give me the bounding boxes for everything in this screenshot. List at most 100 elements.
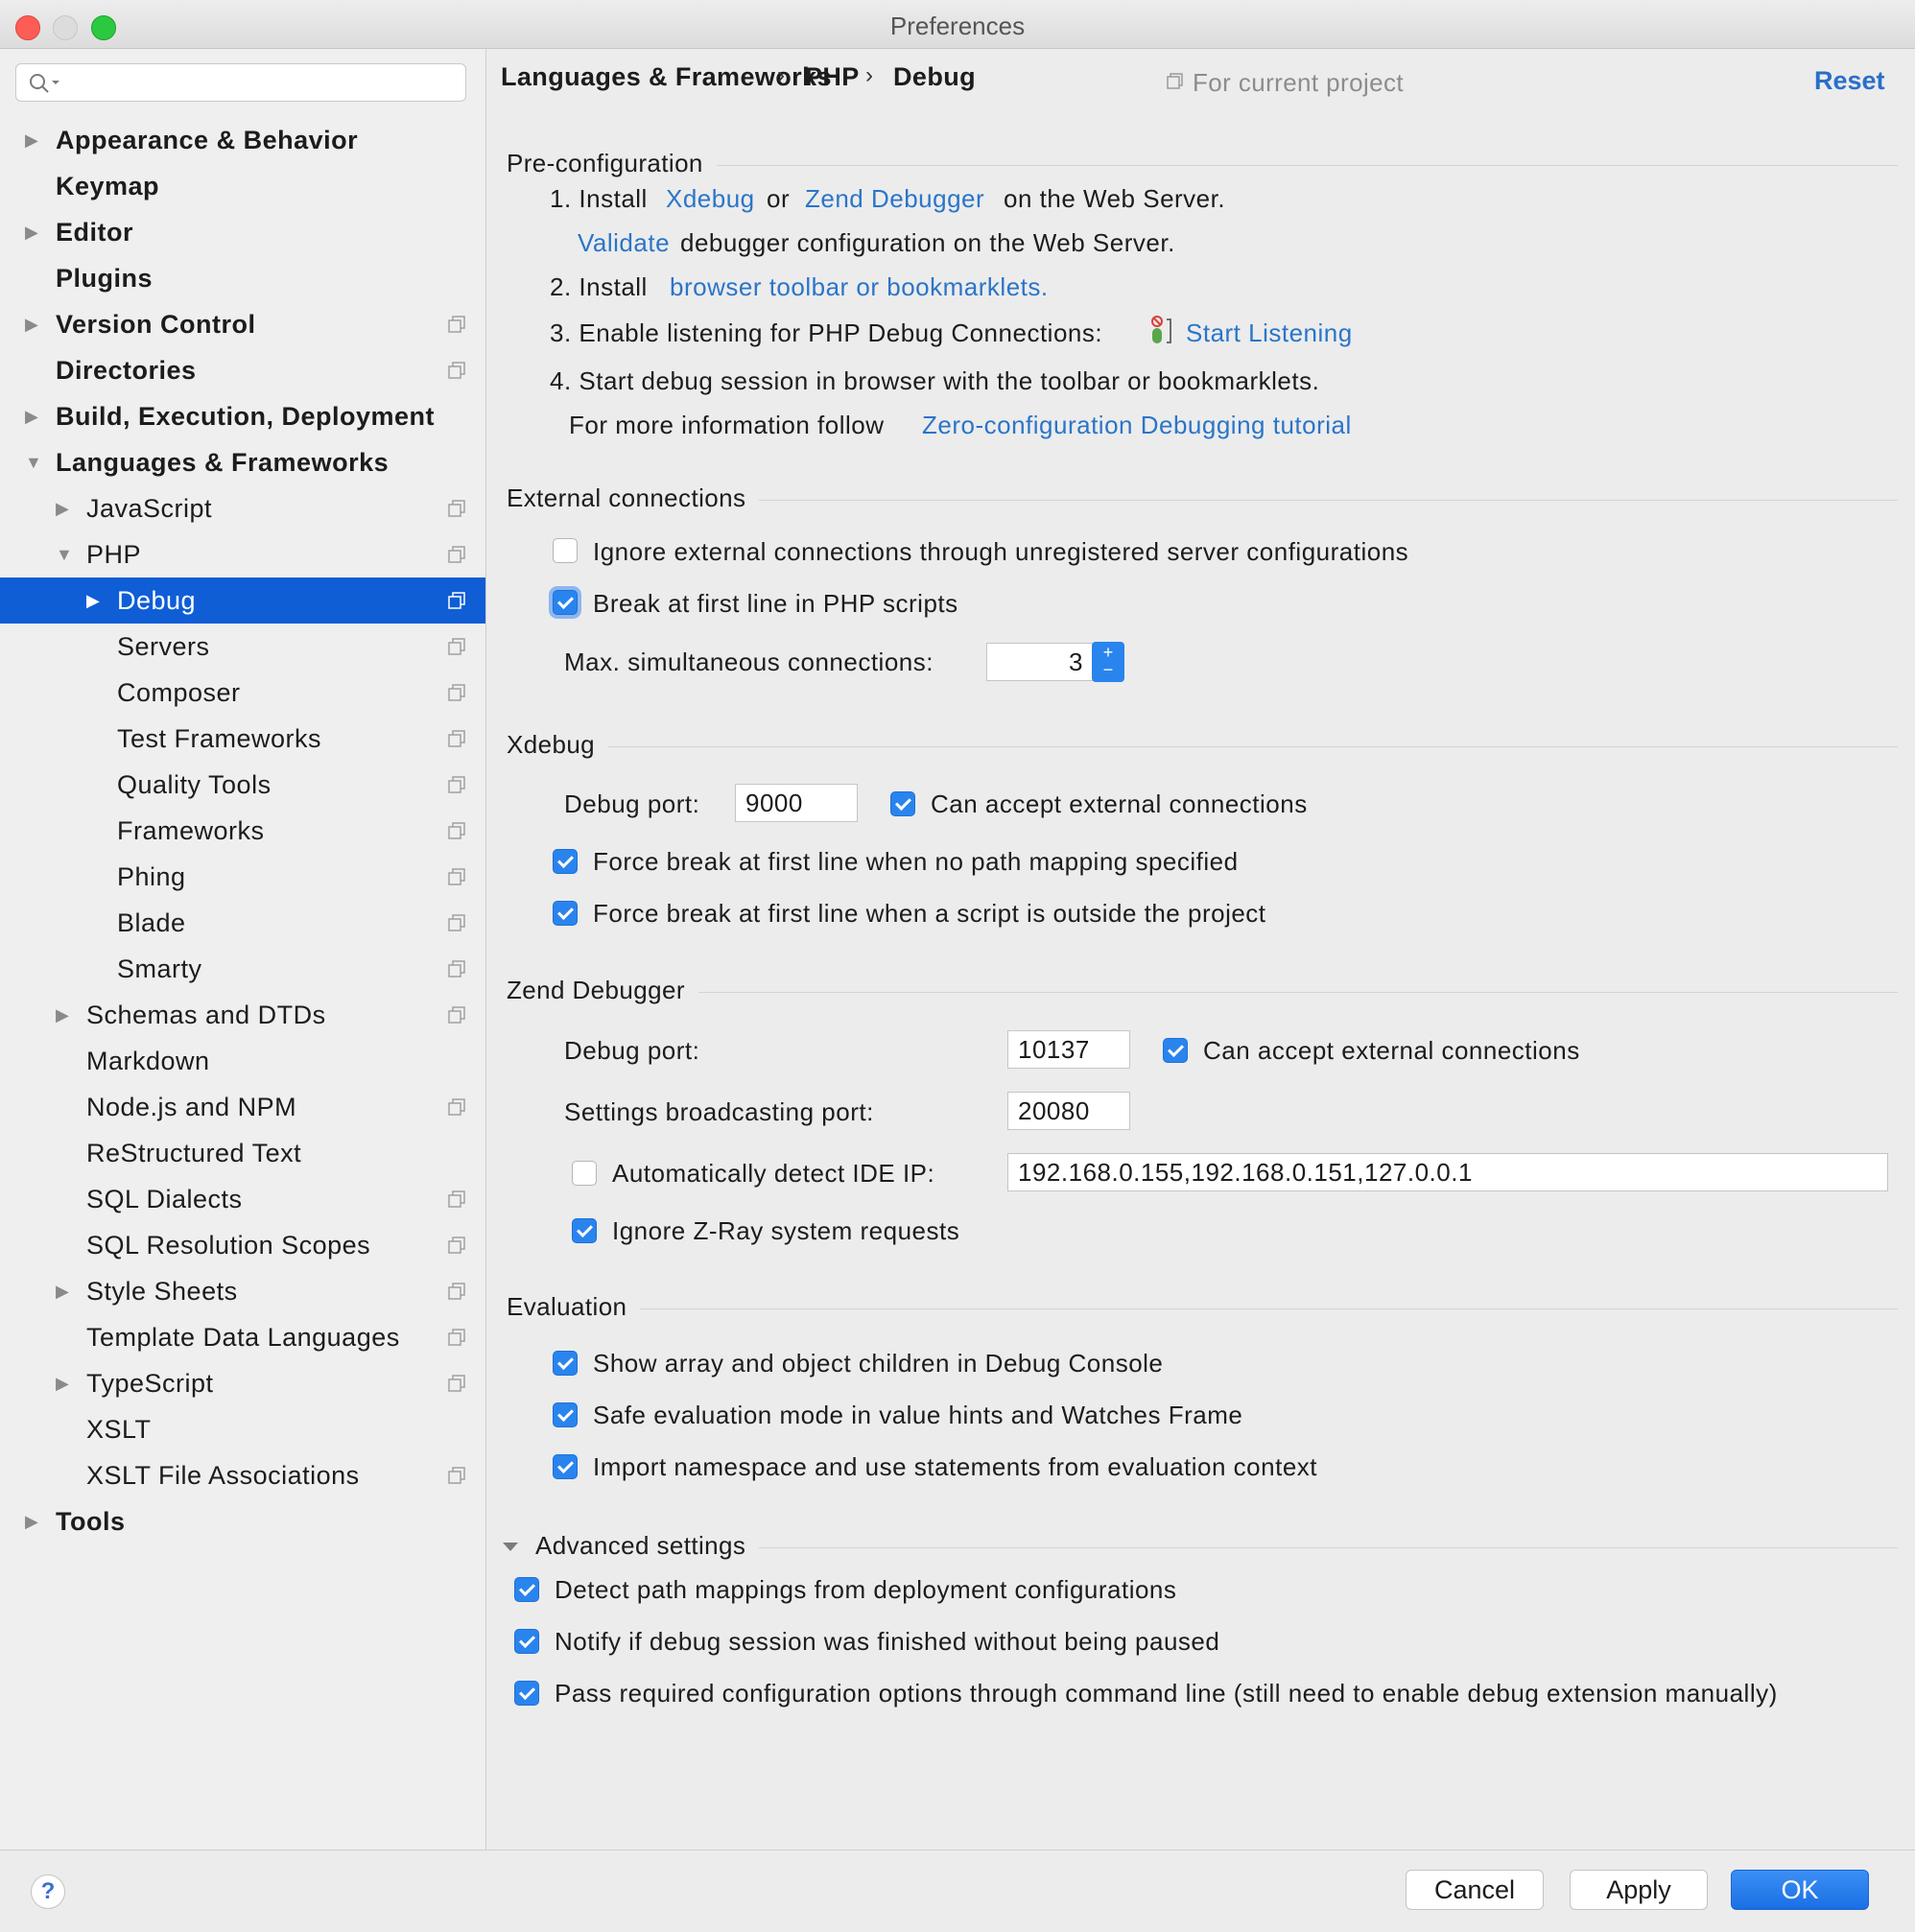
settings-search-box[interactable] (15, 63, 466, 102)
sidebar-item-sql-resolution-scopes[interactable]: SQL Resolution Scopes (0, 1222, 485, 1268)
collapsed-arrow-icon[interactable]: ▶ (56, 1268, 75, 1314)
sidebar-item-schemas-and-dtds[interactable]: ▶ Schemas and DTDs (0, 992, 485, 1038)
sidebar-item-label: Directories (56, 356, 197, 385)
collapsed-arrow-icon[interactable]: ▶ (25, 117, 44, 163)
xdebug-port-field[interactable]: 9000 (735, 784, 858, 822)
break-first-line-checkbox[interactable] (553, 590, 578, 615)
sidebar-item-keymap[interactable]: Keymap (0, 163, 485, 209)
cancel-button[interactable]: Cancel (1406, 1870, 1544, 1910)
settings-search-input[interactable] (64, 68, 452, 99)
sidebar-item-template-data-languages[interactable]: Template Data Languages (0, 1314, 485, 1360)
decrement-button[interactable]: − (1092, 661, 1124, 680)
sidebar-item-javascript[interactable]: ▶ JavaScript (0, 485, 485, 531)
show-children-checkbox[interactable] (553, 1351, 578, 1376)
max-connections-stepper[interactable]: + − (1092, 642, 1124, 682)
sidebar-item-smarty[interactable]: Smarty (0, 946, 485, 992)
browser-toolbar-link[interactable]: browser toolbar or bookmarklets. (670, 272, 1049, 302)
reset-link[interactable]: Reset (1814, 66, 1885, 96)
expanded-arrow-icon[interactable]: ▼ (56, 531, 75, 577)
ignore-external-checkbox[interactable] (553, 538, 578, 563)
sidebar-item-debug[interactable]: ▶ Debug (0, 577, 485, 624)
sidebar-item-quality-tools[interactable]: Quality Tools (0, 762, 485, 808)
ide-ip-field[interactable]: 192.168.0.155,192.168.0.151,127.0.0.1 (1007, 1153, 1888, 1191)
sidebar-item-typescript[interactable]: ▶ TypeScript (0, 1360, 485, 1406)
force-break-outside-checkbox[interactable] (553, 901, 578, 926)
project-scope-icon (448, 1375, 465, 1392)
advanced-settings-title: Advanced settings (501, 1531, 760, 1561)
ignore-zray-checkbox[interactable] (572, 1218, 597, 1243)
collapse-arrow-icon[interactable] (501, 1537, 520, 1556)
apply-button[interactable]: Apply (1570, 1870, 1708, 1910)
sidebar-item-label: SQL Resolution Scopes (86, 1231, 371, 1260)
pass-options-checkbox[interactable] (514, 1681, 539, 1706)
safe-eval-checkbox[interactable] (553, 1402, 578, 1427)
sidebar-item-label: JavaScript (86, 494, 213, 523)
start-listening-link[interactable]: Start Listening (1186, 318, 1353, 348)
collapsed-arrow-icon[interactable]: ▶ (56, 1360, 75, 1406)
xdebug-accept-external-checkbox[interactable] (890, 791, 915, 816)
sidebar-item-directories[interactable]: Directories (0, 347, 485, 393)
detect-ide-ip-checkbox[interactable] (572, 1161, 597, 1186)
collapsed-arrow-icon[interactable]: ▶ (25, 209, 44, 255)
sidebar-item-servers[interactable]: Servers (0, 624, 485, 670)
sidebar-item-label: PHP (86, 540, 142, 569)
project-scope-icon (448, 1237, 465, 1254)
sidebar-item-languages-frameworks[interactable]: ▼ Languages & Frameworks (0, 439, 485, 485)
sidebar-item-label: Schemas and DTDs (86, 1001, 326, 1029)
sidebar-item-version-control[interactable]: ▶ Version Control (0, 301, 485, 347)
max-connections-field[interactable]: 3 (986, 643, 1096, 681)
evaluation-title: Evaluation (507, 1292, 641, 1322)
collapsed-arrow-icon[interactable]: ▶ (56, 992, 75, 1038)
sidebar-item-tools[interactable]: ▶ Tools (0, 1498, 485, 1544)
project-scope-icon (1167, 73, 1183, 89)
sidebar-item-test-frameworks[interactable]: Test Frameworks (0, 716, 485, 762)
collapsed-arrow-icon[interactable]: ▶ (25, 1498, 44, 1544)
breadcrumb-php[interactable]: PHP (805, 62, 860, 92)
for-current-project-label: For current project (1193, 68, 1405, 97)
sidebar-item-frameworks[interactable]: Frameworks (0, 808, 485, 854)
help-button[interactable]: ? (31, 1874, 65, 1909)
sidebar-item-build-execution-deployment[interactable]: ▶ Build, Execution, Deployment (0, 393, 485, 439)
sidebar-item-php[interactable]: ▼ PHP (0, 531, 485, 577)
xdebug-link[interactable]: Xdebug (666, 184, 755, 214)
force-break-no-path-checkbox[interactable] (553, 849, 578, 874)
collapsed-arrow-icon[interactable]: ▶ (25, 301, 44, 347)
sidebar-item-sql-dialects[interactable]: SQL Dialects (0, 1176, 485, 1222)
ok-button[interactable]: OK (1731, 1870, 1869, 1910)
sidebar-item-node-js-and-npm[interactable]: Node.js and NPM (0, 1084, 485, 1130)
collapsed-arrow-icon[interactable]: ▶ (86, 577, 106, 624)
notify-finished-checkbox[interactable] (514, 1629, 539, 1654)
sidebar-item-label: XSLT (86, 1415, 152, 1444)
sidebar-item-xslt[interactable]: XSLT (0, 1406, 485, 1452)
zend-accept-external-checkbox[interactable] (1163, 1038, 1188, 1063)
sidebar-item-blade[interactable]: Blade (0, 900, 485, 946)
import-namespace-checkbox[interactable] (553, 1454, 578, 1479)
sidebar-item-restructured-text[interactable]: ReStructured Text (0, 1130, 485, 1176)
sidebar-item-phing[interactable]: Phing (0, 854, 485, 900)
sidebar-item-appearance-behavior[interactable]: ▶ Appearance & Behavior (0, 117, 485, 163)
sidebar-item-editor[interactable]: ▶ Editor (0, 209, 485, 255)
sidebar-item-markdown[interactable]: Markdown (0, 1038, 485, 1084)
validate-link[interactable]: Validate (578, 228, 670, 258)
window-title: Preferences (889, 12, 1026, 40)
expanded-arrow-icon[interactable]: ▼ (25, 439, 44, 485)
notify-finished-label: Notify if debug session was finished wit… (555, 1627, 1220, 1656)
sidebar-item-plugins[interactable]: Plugins (0, 255, 485, 301)
zero-config-tutorial-link[interactable]: Zero-configuration Debugging tutorial (922, 411, 1352, 440)
collapsed-arrow-icon[interactable]: ▶ (25, 393, 44, 439)
increment-button[interactable]: + (1092, 642, 1124, 662)
debug-listener-icon[interactable] (1149, 316, 1176, 348)
broadcast-port-field[interactable]: 20080 (1007, 1092, 1130, 1130)
sidebar-item-label: XSLT File Associations (86, 1461, 360, 1490)
max-connections-label: Max. simultaneous connections: (564, 648, 934, 676)
sidebar-item-composer[interactable]: Composer (0, 670, 485, 716)
advanced-settings-section[interactable]: Advanced settings (501, 1531, 1898, 1564)
collapsed-arrow-icon[interactable]: ▶ (56, 485, 75, 531)
zend-debugger-link[interactable]: Zend Debugger (805, 184, 984, 214)
evaluation-section: Evaluation (507, 1292, 1898, 1325)
zend-port-field[interactable]: 10137 (1007, 1030, 1130, 1069)
sidebar-item-xslt-file-associations[interactable]: XSLT File Associations (0, 1452, 485, 1498)
detect-path-mappings-checkbox[interactable] (514, 1577, 539, 1602)
step3-text: 3. Enable listening for PHP Debug Connec… (550, 318, 1103, 347)
sidebar-item-style-sheets[interactable]: ▶ Style Sheets (0, 1268, 485, 1314)
